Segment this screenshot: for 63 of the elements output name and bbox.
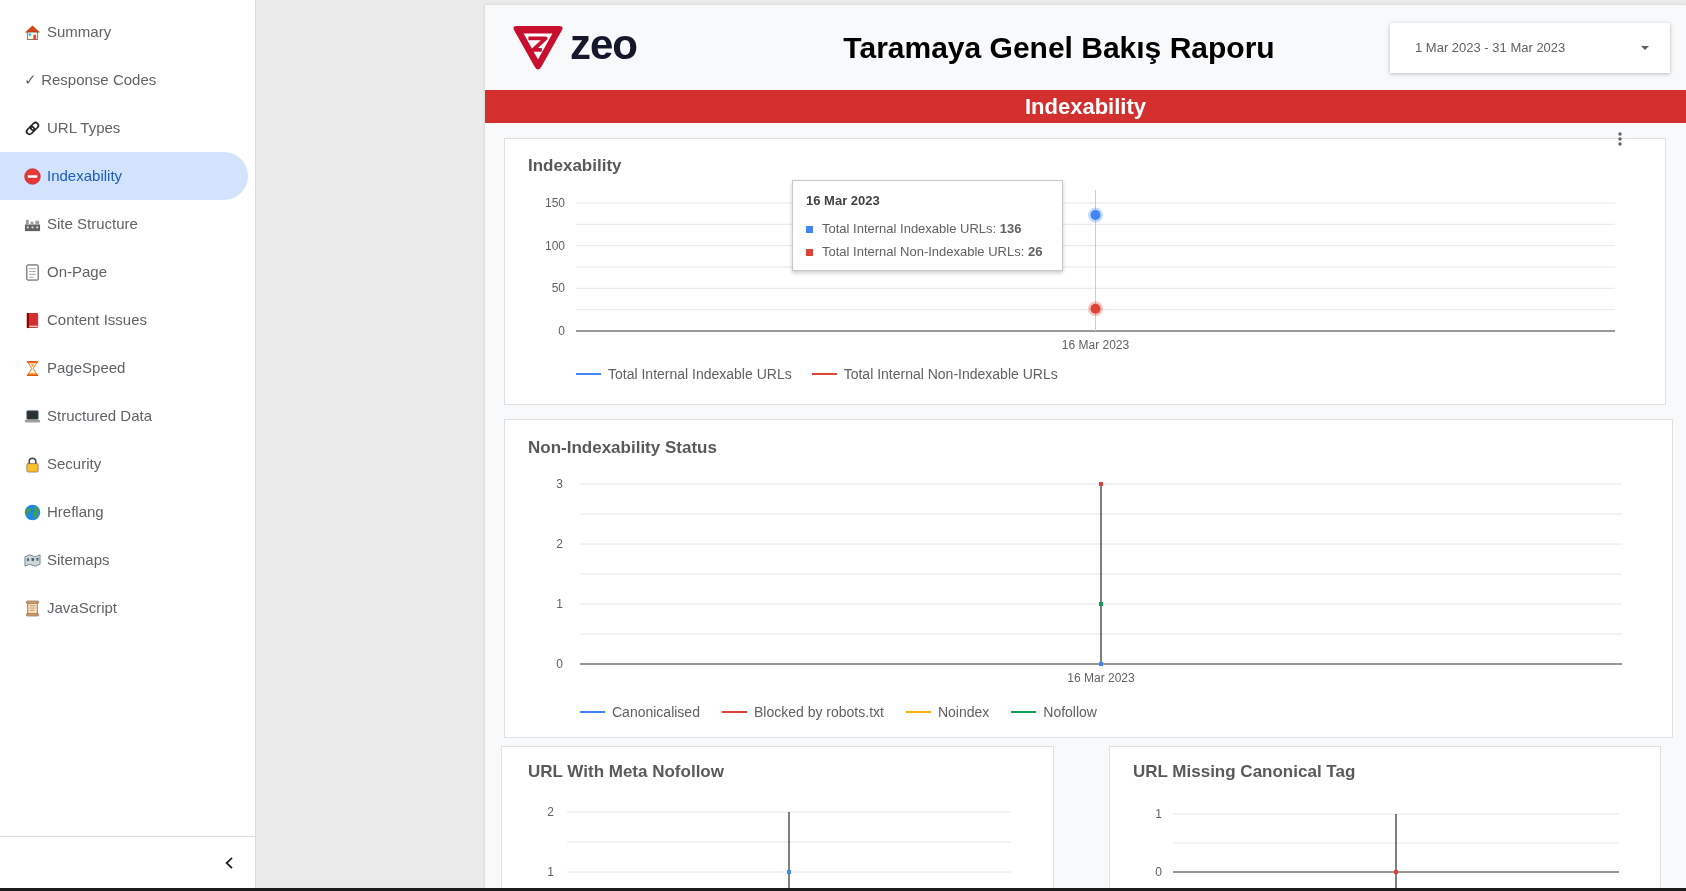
sidebar-item[interactable]: Structured Data: [0, 392, 248, 440]
house-icon: [24, 23, 41, 41]
axis-tick-label: 2: [547, 805, 554, 819]
legend-label: Total Internal Non-Indexable URLs: [843, 365, 1058, 384]
axis-tick-label: 0: [556, 657, 563, 671]
sidebar-item[interactable]: Content Issues: [0, 296, 248, 344]
logo-icon: [511, 23, 565, 72]
data-point: [1099, 602, 1103, 606]
sidebar-item[interactable]: JavaScript: [0, 584, 248, 632]
sidebar-item[interactable]: Security: [0, 440, 248, 488]
document-icon: [24, 263, 41, 281]
tooltip-text: Total Internal Indexable URLs: 136: [822, 221, 1022, 237]
legend-label: Total Internal Indexable URLs: [608, 365, 792, 384]
sidebar-item[interactable]: URL Types: [0, 104, 248, 152]
scroll-icon: [24, 599, 41, 617]
sidebar-item[interactable]: Summary: [0, 8, 248, 56]
no-entry-icon: [24, 167, 41, 185]
axis-category-label: 16 Mar 2023: [1061, 338, 1130, 352]
axis-tick-label: 1: [556, 597, 563, 611]
chevron-left-icon[interactable]: [225, 856, 233, 869]
logo-text: zeo: [570, 23, 637, 70]
report-title: Taramaya Genel Bakış Raporu: [843, 29, 1275, 66]
date-range-dropdown[interactable]: 1 Mar 2023 - 31 Mar 2023: [1390, 22, 1670, 73]
axis-tick-label: 0: [1155, 865, 1162, 879]
sidebar-item[interactable]: Indexability: [0, 152, 248, 200]
sidebar-item[interactable]: Sitemaps: [0, 536, 248, 584]
axis-tick-label: 150: [544, 196, 565, 210]
globe-icon: [24, 503, 41, 521]
kebab-menu-icon[interactable]: [1618, 132, 1622, 146]
sidebar-item[interactable]: ✓ Response Codes: [0, 56, 248, 104]
laptop-icon: [24, 407, 41, 425]
map-icon: [24, 551, 41, 569]
data-point: [1088, 301, 1103, 317]
chart-title: Indexability: [528, 156, 622, 176]
book-icon: [24, 311, 41, 329]
hourglass-icon: [24, 359, 41, 377]
sidebar-item[interactable]: Site Structure: [0, 200, 248, 248]
axis-category-label: 16 Mar 2023: [1067, 671, 1135, 685]
sidebar-item[interactable]: On-Page: [0, 248, 248, 296]
chart-title: URL With Meta Nofollow: [528, 762, 724, 782]
tooltip-title: 16 Mar 2023: [806, 193, 880, 209]
sidebar-item[interactable]: PageSpeed: [0, 344, 248, 392]
axis-tick-label: 1: [547, 865, 554, 879]
lock-icon: [24, 455, 41, 473]
tooltip-text: Total Internal Non-Indexable URLs: 26: [822, 244, 1043, 260]
axis-tick-label: 50: [551, 281, 565, 296]
section-banner: Indexability: [485, 90, 1686, 123]
axis-tick-label: 3: [556, 477, 563, 491]
legend-label: Nofollow: [1043, 703, 1097, 722]
legend-label: Canonicalised: [612, 703, 700, 722]
chart-title: Non-Indexability Status: [528, 438, 717, 458]
data-point: [1088, 207, 1103, 223]
data-point: [1099, 662, 1103, 666]
sidebar-item[interactable]: Hreflang: [0, 488, 248, 536]
chart-title: URL Missing Canonical Tag: [1133, 762, 1356, 782]
axis-tick-label: 0: [558, 324, 565, 338]
chain-link-icon: [24, 119, 41, 137]
axis-tick-label: 1: [1155, 807, 1162, 821]
caret-down-icon: [1641, 45, 1649, 50]
axis-tick-label: 100: [544, 238, 565, 253]
data-point: [1099, 482, 1103, 486]
axis-tick-label: 2: [556, 537, 563, 551]
legend-label: Blocked by robots.txt: [753, 703, 884, 722]
